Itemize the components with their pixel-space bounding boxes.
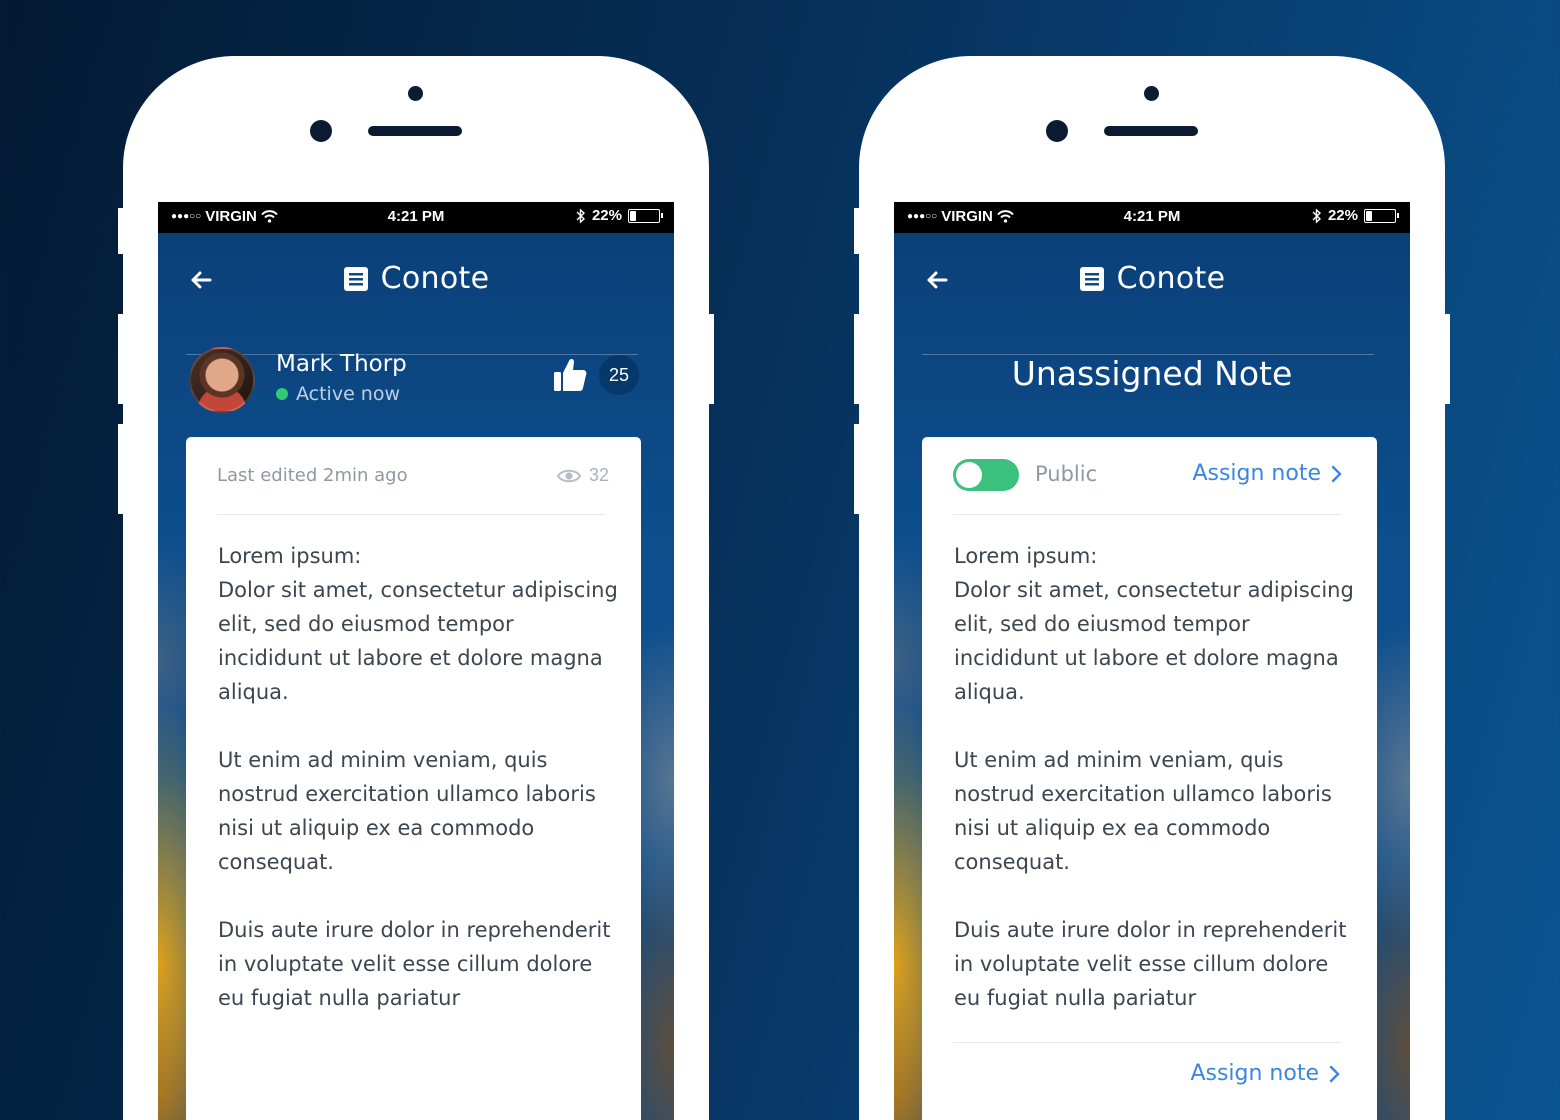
mute-switch — [854, 208, 860, 254]
battery-percent: 22% — [1327, 207, 1358, 224]
front-camera — [310, 120, 332, 142]
public-label: Public — [1035, 462, 1098, 486]
status-bar: ●●●○○ VIRGIN 4:21 PM 22% — [894, 202, 1410, 233]
bluetooth-icon — [1312, 207, 1321, 224]
note-heading: Unassigned Note — [1011, 354, 1293, 393]
thumbs-up-icon[interactable] — [553, 357, 587, 393]
user-row: Mark Thorp Active now 25 — [158, 325, 674, 435]
note-paragraph: Ut enim ad minim veniam, quis nostrud ex… — [954, 748, 1332, 874]
phone-right: ●●●○○ VIRGIN 4:21 PM 22% Conote Unassign… — [854, 56, 1450, 1120]
chevron-right-icon — [1329, 1065, 1340, 1082]
battery-icon — [1364, 208, 1399, 223]
app-title: Conote — [380, 261, 490, 296]
note-body[interactable]: Lorem ipsum: Dolor sit amet, consectetur… — [954, 539, 1354, 1049]
power-button — [708, 314, 714, 404]
note-paragraph: Lorem ipsum: Dolor sit amet, consectetur… — [218, 544, 618, 704]
assign-note-link-bottom[interactable]: Assign note — [1190, 1061, 1341, 1086]
card-divider — [953, 514, 1341, 515]
user-name[interactable]: Mark Thorp — [276, 351, 407, 377]
volume-up-button — [118, 314, 124, 404]
note-icon — [343, 266, 368, 291]
front-camera — [1046, 120, 1068, 142]
volume-down-button — [854, 424, 860, 514]
earpiece-speaker — [368, 126, 462, 136]
view-count: 32 — [556, 465, 609, 486]
proximity-sensor — [408, 86, 423, 101]
note-paragraph: Duis aute irure dolor in reprehenderit i… — [218, 918, 611, 1010]
battery-icon — [628, 208, 663, 223]
note-paragraph: Duis aute irure dolor in reprehenderit i… — [954, 918, 1347, 1010]
screen: ●●●○○ VIRGIN 4:21 PM 22% Conote Unassign… — [894, 202, 1410, 1120]
app-title: Conote — [1116, 261, 1226, 296]
proximity-sensor — [1144, 86, 1159, 101]
volume-down-button — [118, 424, 124, 514]
status-bar: ●●●○○ VIRGIN 4:21 PM 22% — [158, 202, 674, 233]
note-card: Public Assign note Lorem ipsum: Dolor si… — [922, 437, 1377, 1120]
phone-left: ●●●○○ VIRGIN 4:21 PM 22% Conote Mark Tho… — [118, 56, 714, 1120]
volume-up-button — [854, 314, 860, 404]
screen: ●●●○○ VIRGIN 4:21 PM 22% Conote Mark Tho… — [158, 202, 674, 1120]
battery-level — [1366, 210, 1372, 221]
avatar[interactable] — [189, 347, 255, 413]
last-edited-label: Last edited 2min ago — [217, 465, 408, 486]
note-card: Last edited 2min ago 32 Lorem ipsum: Dol… — [186, 437, 641, 1120]
note-body[interactable]: Lorem ipsum: Dolor sit amet, consectetur… — [218, 539, 618, 1049]
toggle-knob — [956, 462, 982, 488]
view-count-value: 32 — [588, 465, 609, 485]
bluetooth-icon — [576, 207, 585, 224]
user-status: Active now — [276, 383, 400, 405]
assign-note-label: Assign note — [1192, 461, 1321, 486]
public-toggle[interactable] — [953, 459, 1019, 491]
note-paragraph: Ut enim ad minim veniam, quis nostrud ex… — [218, 748, 596, 874]
assign-note-link-top[interactable]: Assign note — [1192, 461, 1343, 486]
user-status-label: Active now — [296, 383, 401, 405]
power-button — [1444, 314, 1450, 404]
battery-percent: 22% — [591, 207, 622, 224]
like-count: 25 — [599, 355, 639, 395]
nav-bar: Conote — [894, 233, 1410, 355]
online-dot-icon — [276, 388, 288, 400]
note-icon — [1079, 266, 1104, 291]
note-paragraph: Lorem ipsum: Dolor sit amet, consectetur… — [954, 544, 1354, 704]
card-divider-bottom — [953, 1042, 1341, 1043]
nav-bar: Conote — [158, 233, 674, 355]
card-divider — [217, 514, 605, 515]
battery-level — [630, 210, 636, 221]
mute-switch — [118, 208, 124, 254]
eye-icon — [556, 469, 581, 482]
chevron-right-icon — [1331, 465, 1342, 482]
earpiece-speaker — [1104, 126, 1198, 136]
assign-note-label: Assign note — [1190, 1061, 1319, 1086]
